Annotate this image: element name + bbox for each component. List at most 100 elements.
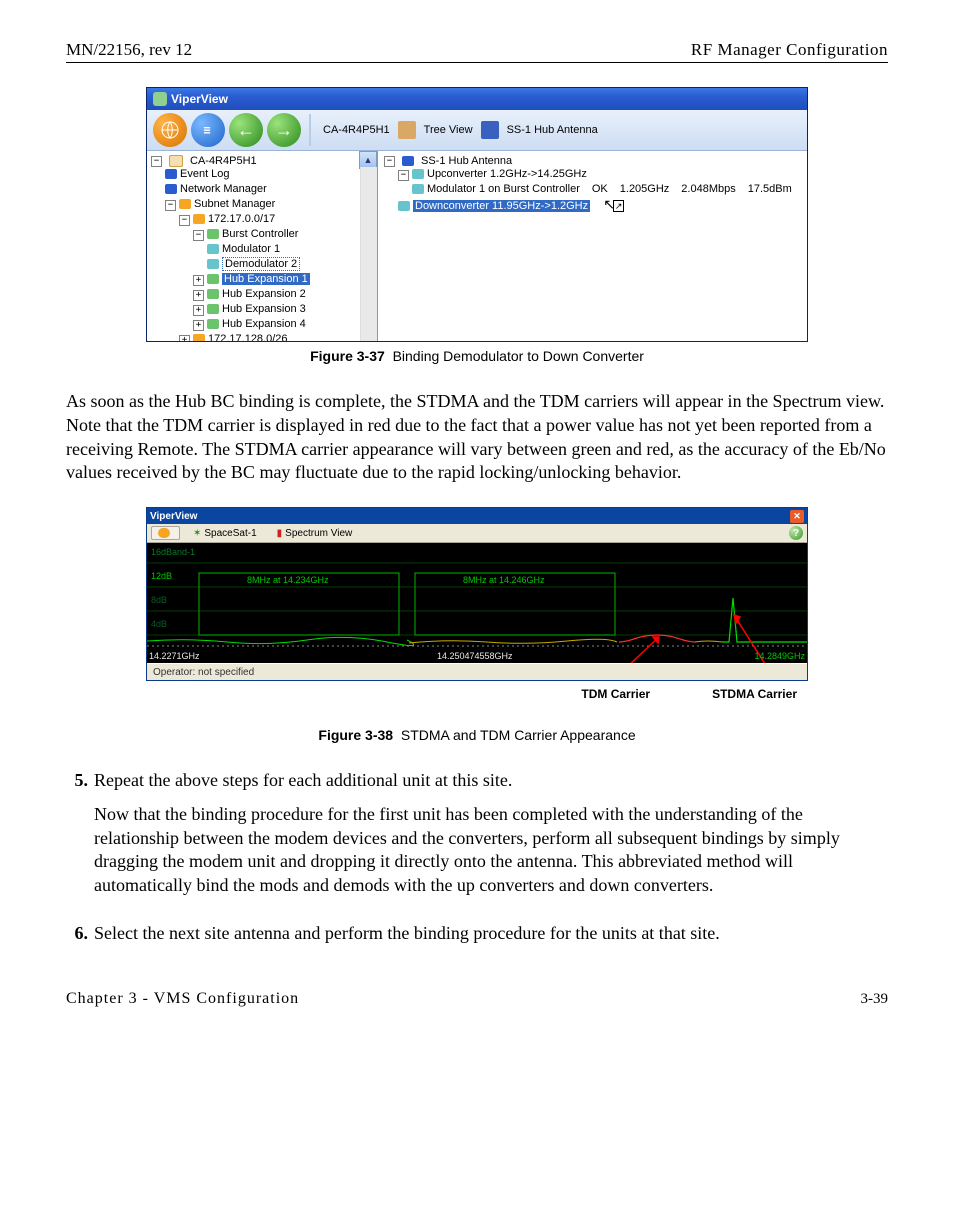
tree-item-hub2[interactable]: Hub Expansion 2 (222, 288, 306, 300)
scrollbar-track[interactable] (360, 167, 377, 341)
step-lead-sentence: Repeat the above steps for each addition… (94, 769, 888, 793)
tree-item-hub3[interactable]: Hub Expansion 3 (222, 303, 306, 315)
right-tree-panel[interactable]: − SS-1 Hub Antenna − Upconverter 1.2GHz->1… (378, 151, 807, 341)
close-button[interactable]: ✕ (790, 510, 804, 523)
subnet-icon (193, 214, 205, 224)
step-number: 6. (66, 922, 88, 956)
step-body: Now that the binding procedure for the f… (94, 803, 888, 898)
upconverter-icon (412, 169, 424, 179)
window-title: ViperView (171, 92, 228, 106)
spectrum-plot[interactable]: 16dBand-1 12dB 8dB 4dB 8MHz at 14.234GHz… (147, 543, 807, 663)
left-tree-panel[interactable]: ▲ −CA-4R4P5H1 Event Log Network Manager … (147, 151, 378, 341)
table-row[interactable]: Modulator 1 on Burst Controller OK 1.205… (412, 182, 801, 197)
step-6: 6. Select the next site antenna and perf… (66, 922, 888, 956)
back-button[interactable]: ← (229, 113, 263, 147)
antenna-icon (402, 156, 414, 166)
collapse-icon[interactable]: − (384, 156, 395, 167)
right-root-antenna[interactable]: SS-1 Hub Antenna (421, 155, 512, 167)
tab-spacesat[interactable]: ✶SpaceSat-1 (186, 526, 264, 541)
arrow-left-icon: ← (237, 120, 255, 141)
mod-frequency: 1.205GHz (620, 182, 670, 197)
x-label-left: 14.2271GHz (149, 651, 200, 661)
tree-item-burst-controller[interactable]: Burst Controller (222, 228, 298, 240)
window-title: ViperView (150, 511, 197, 522)
collapse-icon[interactable]: − (179, 215, 190, 226)
demodulator-icon (207, 259, 219, 269)
tab-label: SpaceSat-1 (204, 528, 256, 539)
y-label: 8dB (151, 595, 167, 605)
tree-item-subnet2[interactable]: 172.17.128.0/26 (208, 333, 288, 341)
view-mode-label[interactable]: Tree View (424, 124, 473, 136)
list-icon: ≡ (203, 123, 212, 137)
tree-item-eventlog[interactable]: Event Log (180, 168, 230, 180)
expand-icon[interactable]: + (193, 320, 204, 331)
network-icon (165, 184, 177, 194)
figure-caption: Figure 3-37 Binding Demodulator to Down … (66, 348, 888, 364)
expand-icon[interactable]: + (193, 290, 204, 301)
tree-item-demodulator2[interactable]: Demodulator 2 (222, 257, 300, 271)
server-icon (169, 155, 183, 167)
device-icon (207, 289, 219, 299)
collapse-icon[interactable]: − (151, 156, 162, 167)
subnet-icon (193, 334, 205, 341)
collapse-icon[interactable]: − (398, 170, 409, 181)
tree-item-network-manager[interactable]: Network Manager (180, 183, 267, 195)
tree-item-modulator1[interactable]: Modulator 1 (222, 243, 280, 255)
modulator-icon (412, 184, 424, 194)
right-item-downconverter[interactable]: Downconverter 11.95GHz->1.2GHz (413, 200, 590, 212)
expand-icon[interactable]: + (193, 305, 204, 316)
callout-stdma-carrier: STDMA Carrier (712, 687, 797, 701)
doc-id: MN/22156, rev 12 (66, 40, 192, 60)
figure-caption: Figure 3-38 STDMA and TDM Carrier Appear… (66, 727, 888, 743)
expand-icon[interactable]: + (193, 275, 204, 286)
y-label: 4dB (151, 619, 167, 629)
figure-number: Figure 3-37 (310, 348, 385, 364)
mod-name: Modulator 1 on Burst Controller (427, 183, 580, 195)
status-bar: Operator: not specified (147, 663, 807, 680)
modulator-icon (207, 244, 219, 254)
tab-home[interactable] (151, 526, 180, 540)
window-titlebar[interactable]: ViperView (147, 88, 807, 110)
breadcrumb-root[interactable]: CA-4R4P5H1 (323, 124, 390, 136)
collapse-icon[interactable]: − (165, 200, 176, 211)
antenna-icon (481, 121, 499, 139)
body-paragraph: As soon as the Hub BC binding is complet… (66, 390, 888, 485)
page-number: 3-39 (861, 991, 889, 1008)
step-number: 5. (66, 769, 88, 908)
tree-root-label[interactable]: CA-4R4P5H1 (190, 155, 257, 167)
viperview-tree-window: ViperView ≡ ← → CA-4R4P5H1 Tree View SS-… (146, 87, 808, 342)
close-icon: ✕ (793, 511, 801, 522)
log-icon (165, 169, 177, 179)
x-label-mid: 14.250474558GHz (437, 651, 513, 661)
app-icon (153, 92, 167, 106)
tree-item-hub1[interactable]: Hub Expansion 1 (222, 273, 310, 285)
toolbar: ≡ ← → CA-4R4P5H1 Tree View SS-1 Hub Ante… (147, 110, 807, 151)
segment-label-1: 8MHz at 14.234GHz (247, 575, 329, 585)
globe-icon (161, 121, 179, 139)
window-titlebar[interactable]: ViperView ✕ (147, 508, 807, 524)
tab-spectrum[interactable]: ▮Spectrum View (270, 526, 360, 541)
expand-icon[interactable]: + (179, 335, 190, 341)
chapter-label: Chapter 3 - VMS Configuration (66, 990, 299, 1008)
help-button[interactable]: ? (789, 526, 803, 540)
tree-item-subnet1[interactable]: 172.17.0.0/17 (208, 213, 275, 225)
y-label: 12dB (151, 571, 172, 581)
section-title: RF Manager Configuration (691, 40, 888, 60)
spectrum-icon: ▮ (277, 528, 283, 539)
tree-item-subnet-manager[interactable]: Subnet Manager (194, 198, 275, 210)
tree-item-hub4[interactable]: Hub Expansion 4 (222, 318, 306, 330)
tab-label: Spectrum View (285, 528, 352, 539)
list-button[interactable]: ≡ (191, 113, 225, 147)
breadcrumb-antenna[interactable]: SS-1 Hub Antenna (507, 124, 598, 136)
right-item-upconverter[interactable]: Upconverter 1.2GHz->14.25GHz (427, 168, 587, 180)
step-body: Select the next site antenna and perform… (94, 922, 720, 946)
downconverter-icon (398, 201, 410, 211)
home-button[interactable] (153, 113, 187, 147)
device-icon (207, 229, 219, 239)
collapse-icon[interactable]: − (193, 230, 204, 241)
forward-button[interactable]: → (267, 113, 301, 147)
y-label-top: 16dBand-1 (151, 547, 195, 557)
x-label-right: 14.2849GHz (754, 651, 805, 661)
device-icon (207, 304, 219, 314)
arrow-right-icon: → (275, 120, 293, 141)
